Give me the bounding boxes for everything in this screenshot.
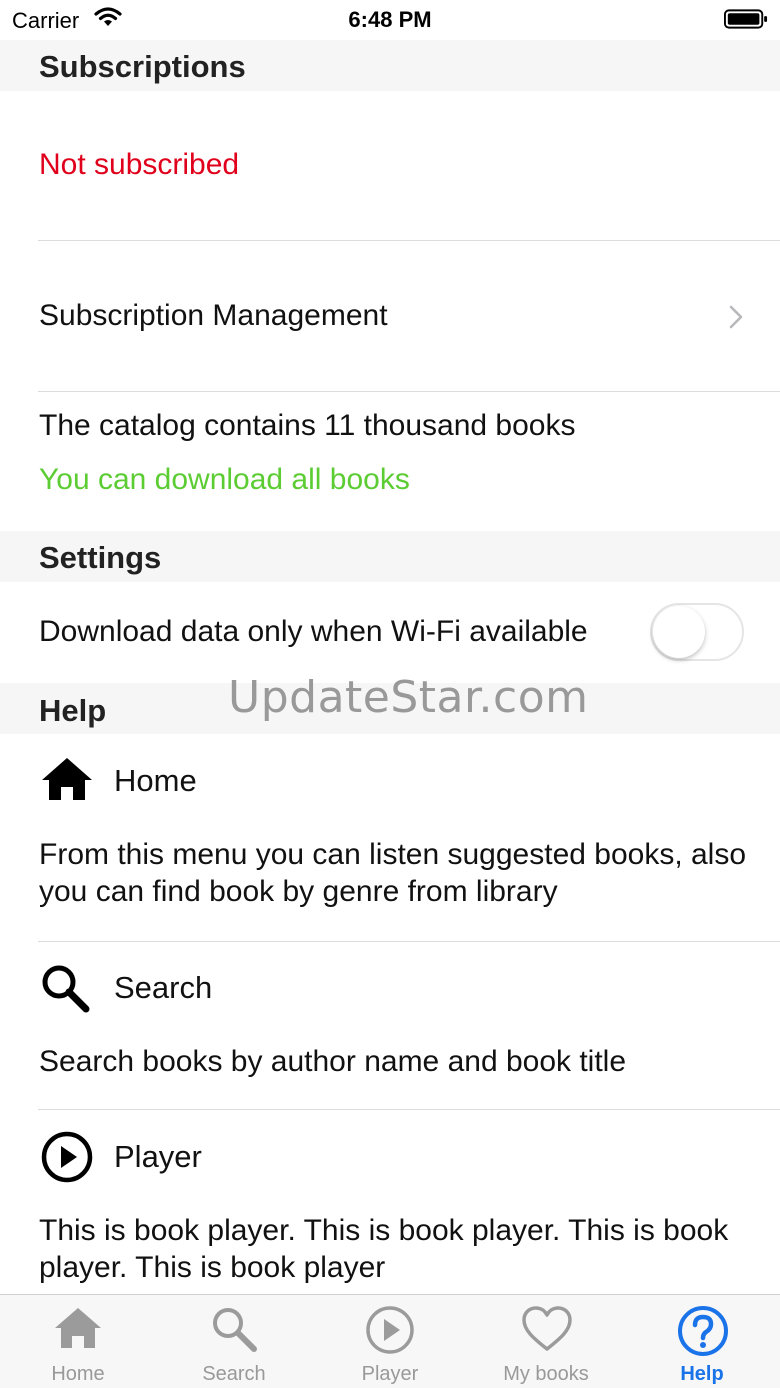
clock: 6:48 PM xyxy=(348,7,432,32)
subscription-management-row[interactable]: Subscription Management xyxy=(0,241,780,391)
toggle-knob xyxy=(653,606,705,658)
tab-home[interactable]: Home xyxy=(0,1295,156,1388)
home-icon xyxy=(55,1308,101,1348)
search-icon xyxy=(213,1308,257,1352)
tab-help[interactable]: Help xyxy=(624,1295,780,1388)
download-all-info: You can download all books xyxy=(39,463,410,496)
tab-player[interactable]: Player xyxy=(312,1295,468,1388)
tab-label: My books xyxy=(503,1363,589,1385)
help-item-title: Player xyxy=(114,1139,202,1174)
tab-label: Search xyxy=(202,1363,266,1385)
separator xyxy=(38,1109,780,1110)
wifi-only-toggle[interactable] xyxy=(650,603,744,661)
section-title: Help xyxy=(39,693,107,728)
subscription-status: Not subscribed xyxy=(39,148,240,181)
help-item-title: Search xyxy=(114,970,213,1005)
separator xyxy=(38,391,780,392)
search-icon xyxy=(42,965,90,1013)
heart-icon xyxy=(522,1306,572,1351)
tab-search[interactable]: Search xyxy=(156,1295,312,1388)
battery-icon xyxy=(724,9,768,29)
watermark: UpdateStar.com xyxy=(228,672,589,723)
chevron-right-icon xyxy=(729,305,743,329)
home-icon xyxy=(42,758,92,800)
help-item-description: This is book player. This is book player… xyxy=(39,1214,729,1284)
tab-label: Home xyxy=(51,1363,105,1385)
wifi-only-label: Download data only when Wi-Fi available xyxy=(39,615,588,648)
catalog-info: The catalog contains 11 thousand books xyxy=(39,409,576,442)
tab-label: Help xyxy=(680,1363,724,1385)
tab-bar: Home Search Player My books Help xyxy=(0,1294,780,1388)
play-circle-icon xyxy=(41,1131,93,1183)
section-title: Subscriptions xyxy=(39,49,246,84)
separator xyxy=(38,941,780,942)
help-item-description: Search books by author name and book tit… xyxy=(39,1045,627,1078)
tab-my-books[interactable]: My books xyxy=(468,1295,624,1388)
section-title: Settings xyxy=(39,540,162,575)
help-item-description: From this menu you can listen suggested … xyxy=(39,838,747,908)
subscription-management-label: Subscription Management xyxy=(39,299,388,332)
tab-label: Player xyxy=(361,1363,419,1385)
section-header-subscriptions: Subscriptions xyxy=(0,40,780,91)
question-circle-icon xyxy=(678,1306,728,1356)
play-circle-icon xyxy=(366,1306,414,1354)
section-header-settings: Settings xyxy=(0,531,780,582)
status-bar: Carrier 6:48 PM xyxy=(0,0,780,40)
help-item-title: Home xyxy=(114,763,197,798)
